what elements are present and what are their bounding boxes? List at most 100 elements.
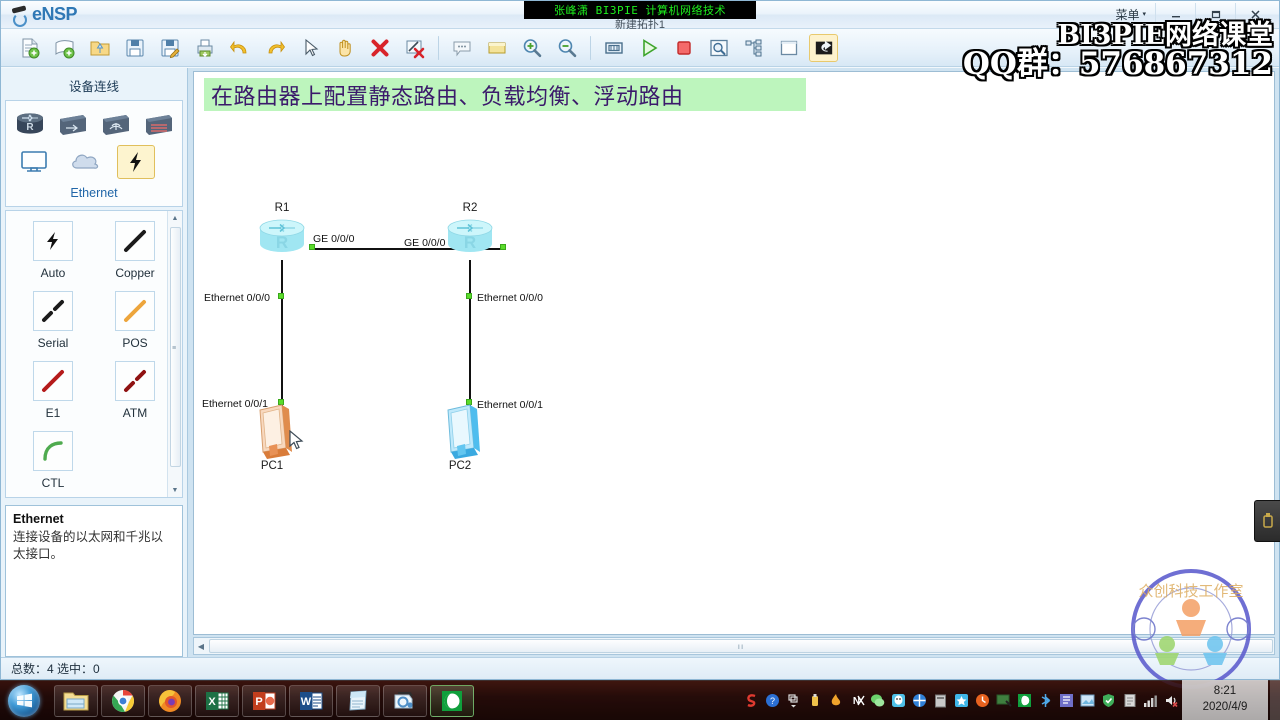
wechat-icon[interactable] (869, 692, 886, 709)
redo-icon[interactable] (260, 34, 289, 62)
capture-packet-icon[interactable] (704, 34, 733, 62)
router-device-button[interactable]: R (11, 107, 49, 141)
router-r1[interactable]: R1 R (256, 202, 308, 264)
usb-device-indicator[interactable] (1254, 500, 1280, 542)
volume-icon[interactable] (1163, 692, 1180, 709)
delete-link-icon[interactable] (400, 34, 429, 62)
start-device-icon[interactable] (634, 34, 663, 62)
port-r1-eth000[interactable] (278, 293, 284, 299)
firewall-device-button[interactable] (140, 107, 178, 141)
endpoint-device-button[interactable] (15, 145, 53, 179)
cable-serial-icon (33, 291, 73, 331)
open-folder-icon[interactable] (85, 34, 114, 62)
close-button[interactable] (1235, 3, 1275, 25)
switch-device-button[interactable] (54, 107, 92, 141)
cable-list-scrollbar[interactable]: ▲ ≡ ▼ (167, 211, 182, 497)
taskbar-chrome[interactable] (101, 684, 145, 717)
select-pointer-icon[interactable] (295, 34, 324, 62)
recorder-icon (442, 690, 462, 711)
cable-pos-item[interactable]: POS (94, 291, 176, 350)
pc-pc2[interactable]: PC2 (434, 402, 498, 474)
sogou-icon[interactable] (743, 692, 760, 709)
cable-ctl-item[interactable]: CTL (12, 431, 94, 490)
network-icon[interactable] (911, 692, 928, 709)
delete-icon[interactable] (365, 34, 394, 62)
image-icon[interactable] (1079, 692, 1096, 709)
connection-device-button[interactable] (117, 145, 155, 179)
stop-device-icon[interactable] (669, 34, 698, 62)
zoom-in-icon[interactable] (517, 34, 546, 62)
add-note-icon[interactable] (447, 34, 476, 62)
star-icon[interactable] (953, 692, 970, 709)
pc-pc1[interactable]: PC1 (246, 402, 310, 474)
monitor-icon[interactable] (995, 692, 1012, 709)
ensp-taskbar-icon (394, 691, 413, 708)
hscroll-left-arrow-icon[interactable]: ◀ (194, 642, 208, 651)
cloud-device-button[interactable] (66, 145, 104, 179)
cable-serial-item[interactable]: Serial (12, 291, 94, 350)
add-shape-icon[interactable] (482, 34, 511, 62)
note-icon[interactable] (1121, 692, 1138, 709)
maximize-button[interactable] (1195, 3, 1235, 25)
taskbar-clock[interactable]: 8:21 2020/4/9 (1182, 680, 1268, 720)
maximize-icon (1211, 10, 1220, 19)
zoom-out-icon[interactable] (552, 34, 581, 62)
taskbar-firefox[interactable] (148, 684, 192, 717)
iflabel-r1-ge000: GE 0/0/0 (313, 233, 355, 245)
bluetooth-icon[interactable] (1037, 692, 1054, 709)
driver-icon[interactable] (1058, 692, 1075, 709)
taskbar-powerpoint[interactable]: P (242, 684, 286, 717)
ruler-icon[interactable] (599, 34, 628, 62)
help-icon[interactable]: ? (764, 692, 781, 709)
taskbar-recorder[interactable] (430, 684, 474, 717)
minimize-button[interactable] (1155, 3, 1195, 25)
port-r2-eth000[interactable] (466, 293, 472, 299)
taskbar-ensp[interactable] (383, 684, 427, 717)
qq-icon[interactable] (890, 692, 907, 709)
nx-icon[interactable]: N (848, 692, 865, 709)
port-r2-ge000[interactable] (500, 244, 506, 250)
show-desktop-button[interactable] (1270, 680, 1280, 720)
topology-canvas[interactable]: 在路由器上配置静态路由、负载均衡、浮动路由 GE 0/0/0 GE 0/0/0 … (193, 71, 1275, 635)
print-icon[interactable] (190, 34, 219, 62)
canvas-horizontal-scrollbar[interactable]: ◀ ıı (193, 637, 1275, 655)
restore-window-icon[interactable] (809, 33, 838, 62)
save-icon[interactable] (120, 34, 149, 62)
link-r2-pc2[interactable] (469, 260, 471, 418)
flame-icon[interactable] (827, 692, 844, 709)
clock-icon[interactable] (974, 692, 991, 709)
scroll-up-arrow-icon[interactable]: ▲ (168, 211, 182, 225)
expand-tray-icon[interactable] (785, 692, 802, 709)
undo-icon[interactable] (225, 34, 254, 62)
save-as-icon[interactable] (155, 34, 184, 62)
taskbar-explorer[interactable] (54, 684, 98, 717)
description-body: 连接设备的以太网和千兆以太接口。 (13, 530, 164, 561)
link-r1-pc1[interactable] (281, 260, 283, 418)
iflabel-r1-eth000: Ethernet 0/0/0 (204, 292, 270, 304)
new-window-icon[interactable] (774, 34, 803, 62)
taskbar-word[interactable]: W (289, 684, 333, 717)
signal-icon[interactable] (1142, 692, 1159, 709)
cable-e1-item[interactable]: E1 (12, 361, 94, 420)
cable-auto-item[interactable]: Auto (12, 221, 94, 280)
hscrollbar-thumb[interactable]: ıı (209, 639, 1273, 653)
scroll-down-arrow-icon[interactable]: ▼ (168, 483, 182, 497)
pan-hand-icon[interactable] (330, 34, 359, 62)
usb-icon[interactable] (806, 692, 823, 709)
cable-atm-item[interactable]: ATM (94, 361, 176, 420)
new-topology-icon[interactable] (15, 34, 44, 62)
cable-copper-item[interactable]: Copper (94, 221, 176, 280)
device-description-box: Ethernet 连接设备的以太网和千兆以太接口。 (5, 505, 183, 657)
taskbar-notepad[interactable] (336, 684, 380, 717)
start-button[interactable] (2, 683, 46, 719)
clipboard-icon[interactable] (932, 692, 949, 709)
new-device-icon[interactable] (50, 34, 79, 62)
taskbar-excel[interactable]: X (195, 684, 239, 717)
cable-type-list: Auto Copper Serial POS E1 ATM CTL ▲ ≡ ▼ (5, 210, 183, 498)
menu-button[interactable]: 菜单 ▾ (1106, 3, 1155, 25)
wireless-device-button[interactable] (97, 107, 135, 141)
shield-icon[interactable] (1100, 692, 1117, 709)
recorder-tray-icon[interactable] (1016, 692, 1033, 709)
router-r2[interactable]: R2 R (444, 202, 496, 264)
topology-tree-icon[interactable] (739, 34, 768, 62)
